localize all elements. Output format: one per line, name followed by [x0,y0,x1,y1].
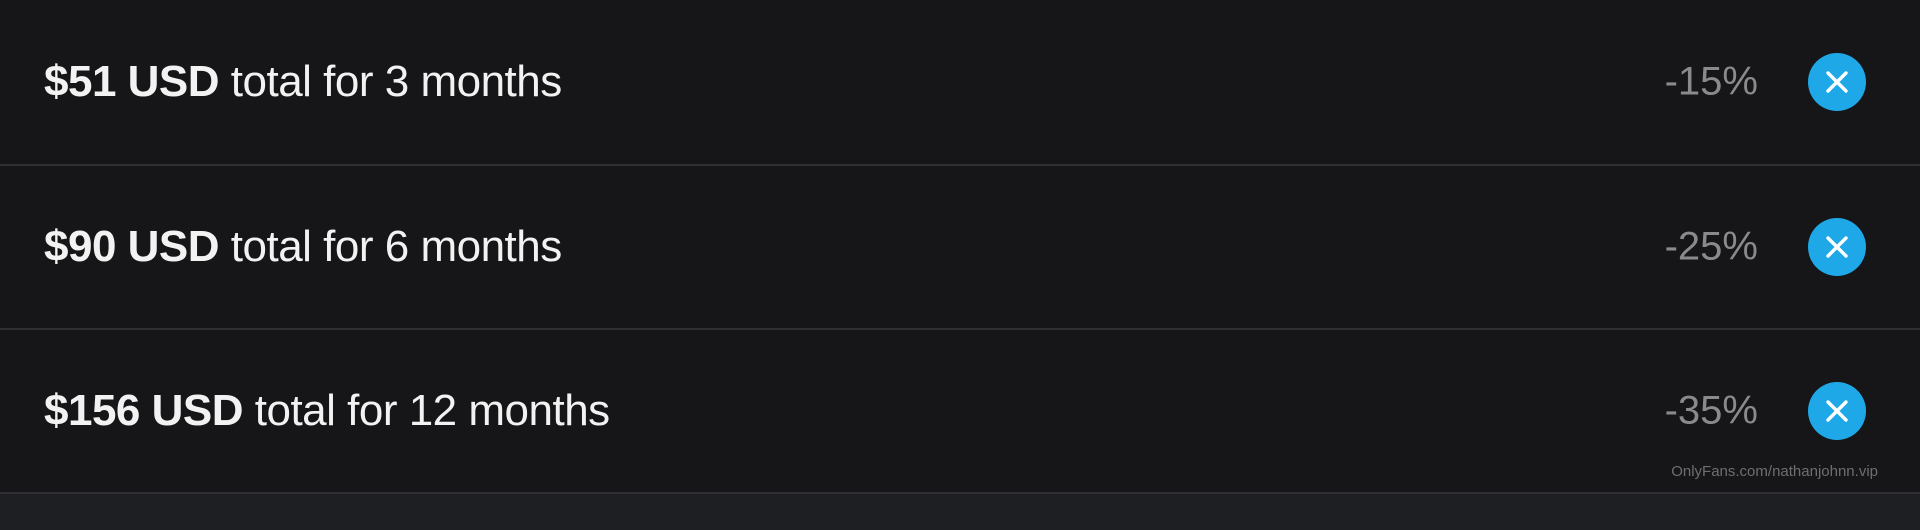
footer-strip [0,494,1920,530]
bundle-description: total for 12 months [254,386,610,435]
close-icon [1826,71,1848,93]
subscription-bundles-list: $51 USD total for 3 months -15% $90 USD … [0,0,1920,494]
bundle-description: total for 6 months [230,222,562,271]
bundle-price: $90 USD [44,222,220,271]
close-icon [1826,400,1848,422]
bundle-price: $156 USD [44,386,244,435]
remove-bundle-button[interactable] [1808,53,1866,111]
bundle-label: $156 USD total for 12 months [44,386,610,436]
bundle-description: total for 3 months [230,57,562,106]
watermark: OnlyFans.com/nathanjohnn.vip [1671,463,1878,480]
bundle-label: $51 USD total for 3 months [44,57,562,107]
bundle-row[interactable]: $90 USD total for 6 months -25% [0,164,1920,328]
bundle-discount: -15% [1664,59,1758,104]
bundle-discount: -25% [1664,224,1758,269]
bundle-price: $51 USD [44,57,220,106]
remove-bundle-button[interactable] [1808,382,1866,440]
close-icon [1826,236,1848,258]
bundle-row[interactable]: $51 USD total for 3 months -15% [0,0,1920,164]
remove-bundle-button[interactable] [1808,218,1866,276]
bundle-discount: -35% [1664,388,1758,433]
bundle-row[interactable]: $156 USD total for 12 months -35% [0,328,1920,492]
bundle-label: $90 USD total for 6 months [44,222,562,272]
